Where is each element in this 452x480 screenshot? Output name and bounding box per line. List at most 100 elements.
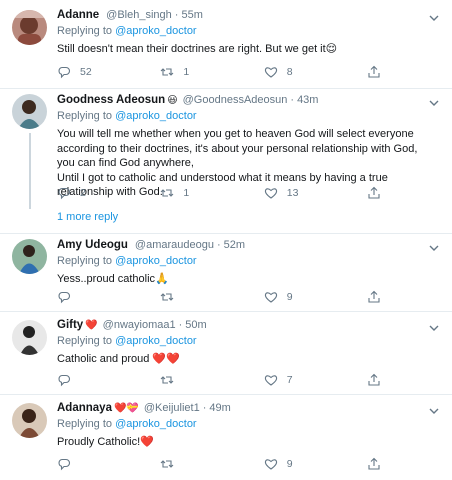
share-button[interactable] xyxy=(367,186,387,200)
tweet[interactable]: Adanne @Bleh_singh · 55m Replying to @ap… xyxy=(0,0,452,88)
replying-to: Replying to @aproko_doctor xyxy=(57,334,438,349)
name-emoji: ❤️💝 xyxy=(113,403,139,414)
tweet[interactable]: Amy Udeogu @amaraudeogu · 52m Replying t… xyxy=(0,234,452,311)
tweet-line: Catholic and proud ❤️❤️ xyxy=(57,353,180,365)
timestamp[interactable]: 43m xyxy=(297,93,318,108)
replying-to-link[interactable]: @aproko_doctor xyxy=(115,335,197,347)
username[interactable]: @GoodnessAdeosun xyxy=(183,93,288,108)
reply-button[interactable]: 52 xyxy=(57,65,160,79)
replying-to-link[interactable]: @aproko_doctor xyxy=(115,418,197,430)
replying-to-link[interactable]: @aproko_doctor xyxy=(115,25,197,37)
reply-button[interactable] xyxy=(57,457,160,471)
tweet-line: Proudly Catholic!❤️ xyxy=(57,436,154,448)
retweet-count: 1 xyxy=(183,66,190,78)
chevron-down-icon[interactable] xyxy=(428,322,440,334)
reply-icon xyxy=(58,458,71,471)
replying-to-label: Replying to xyxy=(57,418,113,430)
retweet-button[interactable] xyxy=(160,373,263,387)
username[interactable]: @amaraudeogu xyxy=(135,238,214,253)
reply-icon xyxy=(58,66,71,79)
display-name[interactable]: Adannaya xyxy=(57,401,112,416)
tweet-text: Catholic and proud ❤️❤️ xyxy=(57,352,438,367)
tweet-text: Still doesn't mean their doctrines are r… xyxy=(57,42,438,57)
separator-dot: · xyxy=(174,9,179,21)
reply-button[interactable] xyxy=(57,373,160,387)
share-icon xyxy=(368,65,380,78)
reply-icon xyxy=(58,187,71,200)
like-button[interactable]: 7 xyxy=(264,373,367,387)
avatar[interactable] xyxy=(12,403,47,438)
share-button[interactable] xyxy=(367,65,387,79)
chevron-down-icon[interactable] xyxy=(428,405,440,417)
chevron-down-icon[interactable] xyxy=(428,97,440,109)
heart-icon xyxy=(264,67,277,78)
reply-count: 2 xyxy=(80,187,86,199)
like-count: 8 xyxy=(286,66,293,78)
share-button[interactable] xyxy=(367,290,387,304)
tweet-line: Until I got to catholic and understood w… xyxy=(57,171,388,184)
tweet[interactable]: Gifty ❤️ @nwayiomaa1 · 50m Replying to @… xyxy=(0,312,452,394)
tweet-line: Still doesn't mean their doctrines are r… xyxy=(57,43,338,55)
replying-to-label: Replying to xyxy=(57,110,113,122)
retweet-button[interactable] xyxy=(160,290,263,304)
avatar[interactable] xyxy=(12,320,47,355)
tweet-text: Proudly Catholic!❤️ xyxy=(57,435,438,450)
like-button[interactable]: 9 xyxy=(264,457,367,471)
retweet-icon xyxy=(160,189,174,197)
replying-to: Replying to @aproko_doctor xyxy=(57,24,438,39)
reply-icon xyxy=(58,374,71,387)
retweet-button[interactable]: 1 xyxy=(160,186,263,200)
heart-icon xyxy=(264,188,277,199)
timestamp[interactable]: 50m xyxy=(185,318,206,333)
reply-feed: Adanne @Bleh_singh · 55m Replying to @ap… xyxy=(0,0,452,480)
separator-dot: · xyxy=(290,94,295,106)
retweet-icon xyxy=(160,376,174,384)
display-name[interactable]: Amy Udeogu xyxy=(57,238,128,253)
reply-button[interactable]: 2 xyxy=(57,186,160,200)
like-button[interactable]: 9 xyxy=(264,290,367,304)
show-more-replies-link[interactable]: 1 more reply xyxy=(57,211,118,223)
share-button[interactable] xyxy=(367,373,387,387)
share-icon xyxy=(368,186,380,199)
thread-line xyxy=(29,133,31,209)
tweet-line: Yess..proud catholic🙏 xyxy=(57,273,169,285)
separator-dot: · xyxy=(202,402,207,414)
username[interactable]: @Bleh_singh xyxy=(106,8,172,23)
like-count: 13 xyxy=(286,187,299,199)
reply-count: 52 xyxy=(80,66,92,78)
replying-to-link[interactable]: @aproko_doctor xyxy=(115,255,197,267)
username[interactable]: @Keijuliet1 xyxy=(144,401,200,416)
share-button[interactable] xyxy=(367,457,387,471)
like-button[interactable]: 8 xyxy=(264,65,367,79)
name-emoji: 😃 xyxy=(167,95,178,106)
retweet-icon xyxy=(160,293,174,301)
replying-to: Replying to @aproko_doctor xyxy=(57,417,438,432)
heart-icon xyxy=(264,459,277,470)
share-icon xyxy=(368,290,380,303)
replying-to: Replying to @aproko_doctor xyxy=(57,109,438,124)
timestamp[interactable]: 52m xyxy=(224,238,245,253)
retweet-button[interactable] xyxy=(160,457,263,471)
retweet-icon xyxy=(160,68,174,76)
avatar[interactable] xyxy=(12,94,47,129)
display-name[interactable]: Gifty xyxy=(57,318,83,333)
chevron-down-icon[interactable] xyxy=(428,12,440,24)
like-button[interactable]: 13 xyxy=(264,186,367,200)
display-name[interactable]: Adanne xyxy=(57,8,99,23)
like-count: 9 xyxy=(286,458,293,470)
timestamp[interactable]: 49m xyxy=(209,401,230,416)
retweet-icon xyxy=(160,460,174,468)
replying-to-link[interactable]: @aproko_doctor xyxy=(115,110,197,122)
username[interactable]: @nwayiomaa1 xyxy=(103,318,176,333)
reply-button[interactable] xyxy=(57,290,160,304)
avatar[interactable] xyxy=(12,10,47,45)
avatar[interactable] xyxy=(12,239,47,274)
chevron-down-icon[interactable] xyxy=(428,242,440,254)
tweet[interactable]: Adannaya ❤️💝 @Keijuliet1 · 49m Replying … xyxy=(0,395,452,480)
share-icon xyxy=(368,457,380,470)
timestamp[interactable]: 55m xyxy=(181,8,202,23)
display-name[interactable]: Goodness Adeosun xyxy=(57,93,165,108)
tweet[interactable]: Goodness Adeosun 😃 @GoodnessAdeosun · 43… xyxy=(0,89,452,233)
like-count: 7 xyxy=(286,374,293,386)
retweet-button[interactable]: 1 xyxy=(160,65,263,79)
